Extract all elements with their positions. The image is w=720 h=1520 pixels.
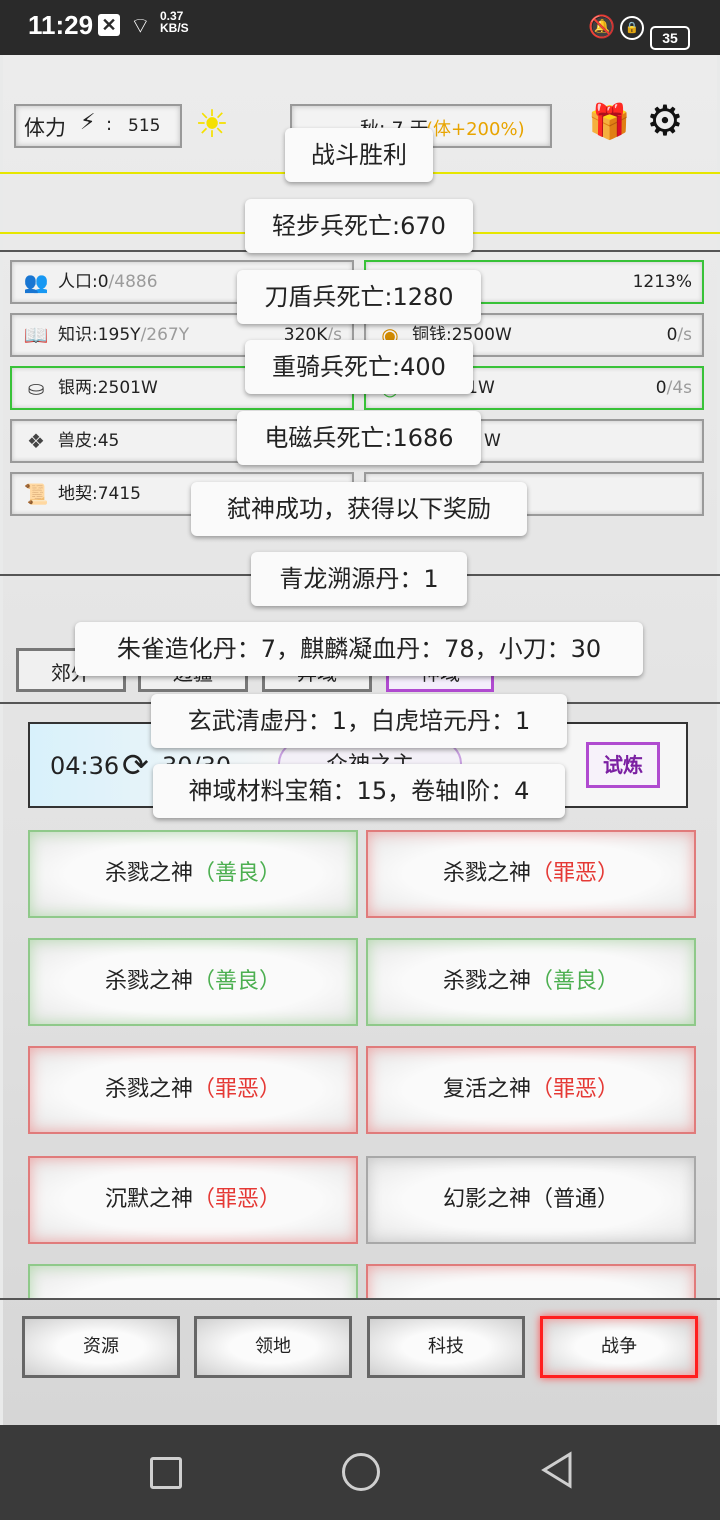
back-icon[interactable] (540, 1451, 574, 1489)
clock: 11:29 (28, 10, 94, 40)
season-bonus: (体+200%) (426, 119, 525, 140)
god-name: 幻影之神 (442, 1187, 531, 1212)
god-card[interactable]: 杀戮之神（善良） (28, 830, 358, 918)
toast-shield-infantry: 刀盾兵死亡:1280 (237, 270, 481, 324)
god-card[interactable]: 杀戮之神（罪恶） (366, 830, 696, 918)
god-card-partial[interactable] (28, 1264, 358, 1298)
knowledge-max: /267Y (140, 325, 190, 345)
lightning-icon: ⚡ (80, 110, 96, 135)
hide-right-value: W (484, 431, 501, 451)
gold-rate: 0 (655, 378, 667, 398)
stamina-box: 体力 ⚡ : 515 (14, 104, 182, 148)
stamina-value: 515 (128, 116, 161, 136)
gear-icon[interactable]: ⚙ (644, 100, 686, 142)
ingot-icon: ⛀ (27, 376, 45, 400)
god-name: 复活之神 (442, 1077, 531, 1102)
trial-button-label: 试炼 (603, 753, 643, 777)
back-triangle (541, 1451, 572, 1489)
gold-rate-unit: /4s (666, 378, 692, 398)
toast-reward-dragon: 青龙溯源丹：1 (251, 552, 467, 606)
toast-reward-phoenix: 朱雀造化丹：7，麒麟凝血丹：78，小刀：30 (75, 622, 643, 676)
god-card-partial[interactable] (366, 1264, 696, 1298)
god-tag: （罪恶） (193, 1077, 282, 1102)
god-card[interactable]: 杀戮之神（善良） (28, 938, 358, 1026)
nav-war[interactable]: 战争 (540, 1316, 698, 1378)
toast-reward-chest: 神域材料宝箱：15，卷轴Ⅰ阶：4 (153, 764, 565, 818)
toast-heavy-cavalry: 重骑兵死亡:400 (245, 340, 473, 394)
trial-button[interactable]: 试炼 (586, 742, 660, 788)
toast-victory: 战斗胜利 (285, 128, 433, 182)
toast-reward-tortoise: 玄武清虚丹：1，白虎培元丹：1 (151, 694, 567, 748)
stamina-sep: : (106, 114, 113, 135)
wifi-icon: ⌔ (130, 13, 151, 38)
nav-resources[interactable]: 资源 (22, 1316, 180, 1378)
god-tag: （善良） (193, 861, 282, 886)
copper-rate: 0 (666, 325, 678, 345)
people-icon: 👥 (23, 270, 49, 294)
god-tag: （罪恶） (531, 1077, 620, 1102)
trial-timer: 04:36 (50, 752, 120, 780)
toast-em-soldier: 电磁兵死亡:1686 (237, 411, 481, 465)
god-tag: （罪恶） (193, 1187, 282, 1212)
nav-technology[interactable]: 科技 (367, 1316, 525, 1378)
god-name: 沉默之神 (104, 1187, 193, 1212)
knowledge-label: 知识:195Y (58, 325, 141, 345)
deed-label: 地契:7415 (58, 484, 141, 504)
god-name: 杀戮之神 (442, 861, 531, 886)
god-name: 杀戮之神 (442, 969, 531, 994)
recents-icon[interactable] (150, 1457, 182, 1489)
battery-indicator: 35 (650, 26, 690, 50)
god-name: 杀戮之神 (104, 861, 193, 886)
toast-reward-header: 弑神成功，获得以下奖励 (191, 482, 527, 536)
net-speed-unit: KB/S (160, 21, 189, 35)
refresh-icon[interactable]: ⟳ (122, 746, 149, 784)
sun-icon[interactable]: ☀ (192, 104, 232, 144)
system-nav-bar (0, 1425, 720, 1520)
status-bar: 11:29 ✕ ⌔ 0.37 KB/S 🔕 🔒 35 (0, 0, 720, 55)
lock-icon: 🔒 (620, 16, 644, 40)
silver-label: 银两:2501W (58, 378, 158, 398)
close-notification-icon: ✕ (98, 14, 120, 36)
nav-territory[interactable]: 领地 (194, 1316, 352, 1378)
god-tag: （善良） (193, 969, 282, 994)
copper-rate-unit: /s (677, 325, 692, 345)
god-tag: （善良） (531, 969, 620, 994)
book-icon: 📖 (23, 323, 49, 347)
gift-icon[interactable]: 🎁 (588, 104, 630, 140)
god-card[interactable]: 沉默之神（罪恶） (28, 1156, 358, 1244)
hide-label: 兽皮:45 (58, 431, 120, 451)
hide-icon: ❖ (27, 429, 45, 453)
god-card[interactable]: 复活之神（罪恶） (366, 1046, 696, 1134)
god-tag: （普通） (531, 1187, 620, 1212)
grain-rate: 1213% (632, 272, 692, 292)
section-divider-4 (0, 1298, 720, 1300)
population-max: /4886 (108, 272, 158, 292)
god-list: 杀戮之神（善良） 杀戮之神（罪恶） 杀戮之神（善良） 杀戮之神（善良） 杀戮之神… (0, 830, 720, 1298)
scroll-icon: 📜 (23, 482, 49, 506)
stamina-label: 体力 (24, 116, 66, 140)
mute-bell-icon: 🔕 (588, 14, 616, 39)
god-name: 杀戮之神 (104, 969, 193, 994)
god-tag: （罪恶） (531, 861, 620, 886)
net-speed: 0.37 KB/S (160, 10, 189, 34)
god-name: 杀戮之神 (104, 1077, 193, 1102)
home-icon[interactable] (342, 1453, 380, 1491)
god-card[interactable]: 杀戮之神（罪恶） (28, 1046, 358, 1134)
population-label: 人口:0 (58, 272, 109, 292)
god-card[interactable]: 幻影之神（普通） (366, 1156, 696, 1244)
toast-light-infantry: 轻步兵死亡:670 (245, 199, 473, 253)
god-card[interactable]: 杀戮之神（善良） (366, 938, 696, 1026)
